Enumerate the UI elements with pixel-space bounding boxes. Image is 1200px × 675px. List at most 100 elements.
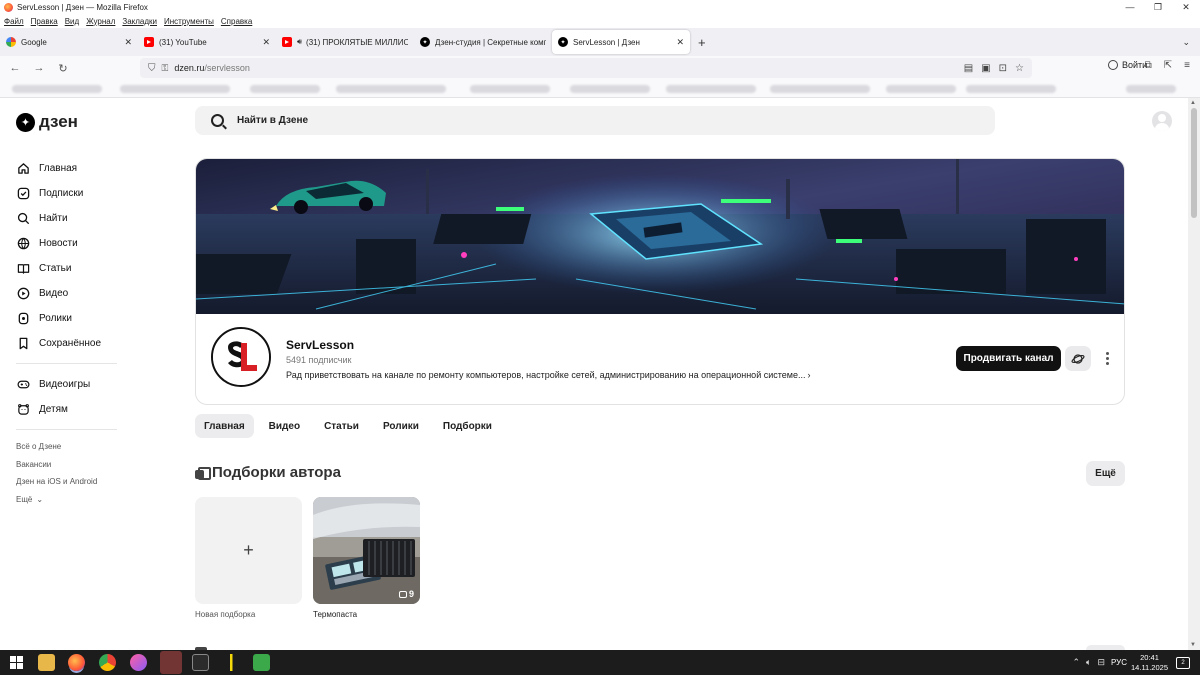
bookmark-item[interactable] — [12, 85, 102, 93]
dzen-logo[interactable]: дзен — [16, 112, 78, 132]
app-icon[interactable] — [130, 654, 147, 671]
tab-articles[interactable]: Статьи — [315, 414, 368, 438]
picture-in-picture-icon[interactable]: ▣ — [981, 63, 990, 74]
more-options-button[interactable] — [1099, 348, 1115, 368]
avatar[interactable] — [1152, 111, 1172, 131]
menu-file[interactable]: Файл — [4, 17, 24, 26]
chrome-icon[interactable] — [99, 654, 116, 671]
tray-chevron-icon[interactable]: ⌃ — [1072, 657, 1080, 668]
collection-card[interactable]: 9 Термопаста — [313, 497, 420, 619]
app-menu-icon[interactable]: ≡ — [1184, 60, 1190, 71]
restore-button[interactable]: ❐ — [1144, 0, 1172, 14]
sidebar-item-home[interactable]: Главная — [16, 156, 126, 181]
bookmark-item[interactable] — [966, 85, 1056, 93]
page-scrollbar[interactable]: ▲ ▼ — [1188, 98, 1200, 650]
blurred-app-icon[interactable] — [160, 651, 182, 674]
volume-icon[interactable]: 🔈︎ — [1086, 657, 1091, 668]
close-tab-icon[interactable]: ✕ — [676, 37, 684, 48]
notifications-icon[interactable]: 2 — [1176, 656, 1190, 669]
menu-help[interactable]: Справка — [221, 17, 252, 26]
link-mobile-apps[interactable]: Дзен на iOS и Android — [16, 473, 126, 491]
new-tab-button[interactable]: + — [698, 35, 706, 50]
link-about-dzen[interactable]: Всё о Дзене — [16, 438, 126, 456]
new-collection-tile[interactable]: + — [195, 497, 302, 604]
bookmark-item[interactable] — [770, 85, 870, 93]
sidebar-item-video[interactable]: Видео — [16, 281, 126, 306]
reload-icon[interactable]: ↻ — [51, 58, 75, 78]
tab-servlesson[interactable]: ServLesson | Дзен ✕ — [552, 30, 690, 54]
tab-clips[interactable]: Ролики — [374, 414, 428, 438]
tab-youtube-video[interactable]: 🔊︎ (31) ПРОКЛЯТЫЕ МИЛЛИО — [276, 30, 414, 54]
sidebar-item-subscriptions[interactable]: Подписки — [16, 181, 126, 206]
scroll-down-icon[interactable]: ▼ — [1190, 642, 1196, 648]
channel-description[interactable]: Рад приветствовать на канале по ремонту … — [286, 370, 810, 380]
search-input[interactable]: Найти в Дзене — [195, 106, 995, 135]
menu-edit[interactable]: Правка — [31, 17, 58, 26]
tool-icon[interactable] — [223, 654, 240, 671]
firefox-taskbar-icon[interactable] — [68, 654, 85, 671]
bookmark-star-icon[interactable]: ☆ — [1015, 63, 1024, 74]
tab-collections[interactable]: Подборки — [434, 414, 501, 438]
link-vacancies[interactable]: Вакансии — [16, 456, 126, 474]
bookmark-item[interactable] — [250, 85, 320, 93]
tab-google[interactable]: Google ✕ — [0, 30, 138, 54]
bookmark-item[interactable] — [1126, 85, 1176, 93]
network-icon[interactable]: ⊟ — [1097, 657, 1105, 668]
extensions-icon[interactable]: ⧉ — [1145, 60, 1152, 71]
reader-view-icon[interactable]: ▤ — [964, 63, 973, 74]
forward-arrow-icon[interactable]: → — [27, 58, 51, 78]
file-explorer-icon[interactable] — [38, 654, 55, 671]
clock[interactable]: 20:41 14.11.2025 — [1131, 653, 1168, 673]
tab-youtube[interactable]: (31) YouTube ✕ — [138, 30, 276, 54]
menu-history[interactable]: Журнал — [86, 17, 115, 26]
back-arrow-icon[interactable]: ← — [3, 58, 27, 78]
windows-taskbar: ⌃ 🔈︎ ⊟ РУС 20:41 14.11.2025 2 — [0, 650, 1200, 675]
terminal-icon[interactable] — [192, 654, 209, 671]
subscribe-button[interactable] — [1065, 346, 1091, 371]
menu-tools[interactable]: Инструменты — [164, 17, 214, 26]
sidebar-item-articles[interactable]: Статьи — [16, 256, 126, 281]
camtasia-icon[interactable] — [253, 654, 270, 671]
bookmark-item[interactable] — [570, 85, 650, 93]
sidebar-item-kids[interactable]: Детям — [16, 397, 126, 422]
more-collections-button[interactable]: Ещё — [1086, 461, 1125, 486]
account-login-button[interactable]: Войти — [1108, 60, 1147, 70]
bookmark-item[interactable] — [470, 85, 550, 93]
tracking-shield-icon[interactable]: ⛉ — [148, 63, 156, 74]
share-icon[interactable]: ⇱ — [1164, 60, 1172, 71]
tab-list-chevron-icon[interactable]: ⌄ — [1182, 37, 1190, 48]
bookmark-item[interactable] — [120, 85, 230, 93]
dzen-icon — [558, 37, 568, 47]
minimize-button[interactable]: — — [1116, 0, 1144, 14]
bookmark-item[interactable] — [666, 85, 756, 93]
language-indicator[interactable]: РУС — [1111, 658, 1127, 667]
collection-thumbnail[interactable]: 9 — [313, 497, 420, 604]
channel-name[interactable]: ServLesson — [286, 338, 354, 352]
scroll-up-icon[interactable]: ▲ — [1190, 100, 1196, 106]
close-tab-icon[interactable]: ✕ — [262, 37, 270, 48]
bookmark-item[interactable] — [886, 85, 956, 93]
speaker-icon[interactable]: 🔊︎ — [297, 37, 302, 47]
sidebar-item-videogames[interactable]: Видеоигры — [16, 372, 126, 397]
scrollbar-thumb[interactable] — [1191, 108, 1197, 218]
menu-bookmarks[interactable]: Закладки — [122, 17, 157, 26]
new-collection-card[interactable]: + Новая подборка — [195, 497, 302, 619]
channel-avatar[interactable] — [211, 327, 271, 387]
page-save-icon[interactable]: ⊡ — [999, 63, 1007, 74]
windows-start-icon[interactable] — [8, 654, 25, 671]
tab-main[interactable]: Главная — [195, 414, 254, 438]
sidebar-item-saved[interactable]: Сохранённое — [16, 331, 126, 356]
bookmark-item[interactable] — [336, 85, 446, 93]
close-tab-icon[interactable]: ✕ — [124, 37, 132, 48]
url-bar[interactable]: ⛉ ⚿ dzen.ru/servlesson ▤ ▣ ⊡ ☆ — [140, 58, 1032, 78]
tab-video[interactable]: Видео — [260, 414, 309, 438]
close-window-button[interactable]: ✕ — [1172, 0, 1200, 14]
lock-icon[interactable]: ⚿ — [162, 63, 169, 74]
tab-dzen-studio[interactable]: Дзен-студия | Секретные комп — [414, 30, 552, 54]
promote-channel-button[interactable]: Продвигать канал — [956, 346, 1061, 371]
sidebar-item-news[interactable]: Новости — [16, 231, 126, 256]
link-more[interactable]: Ещё ⌄ — [16, 491, 126, 509]
sidebar-item-clips[interactable]: Ролики — [16, 306, 126, 331]
menu-view[interactable]: Вид — [65, 17, 79, 26]
sidebar-item-search[interactable]: Найти — [16, 206, 126, 231]
